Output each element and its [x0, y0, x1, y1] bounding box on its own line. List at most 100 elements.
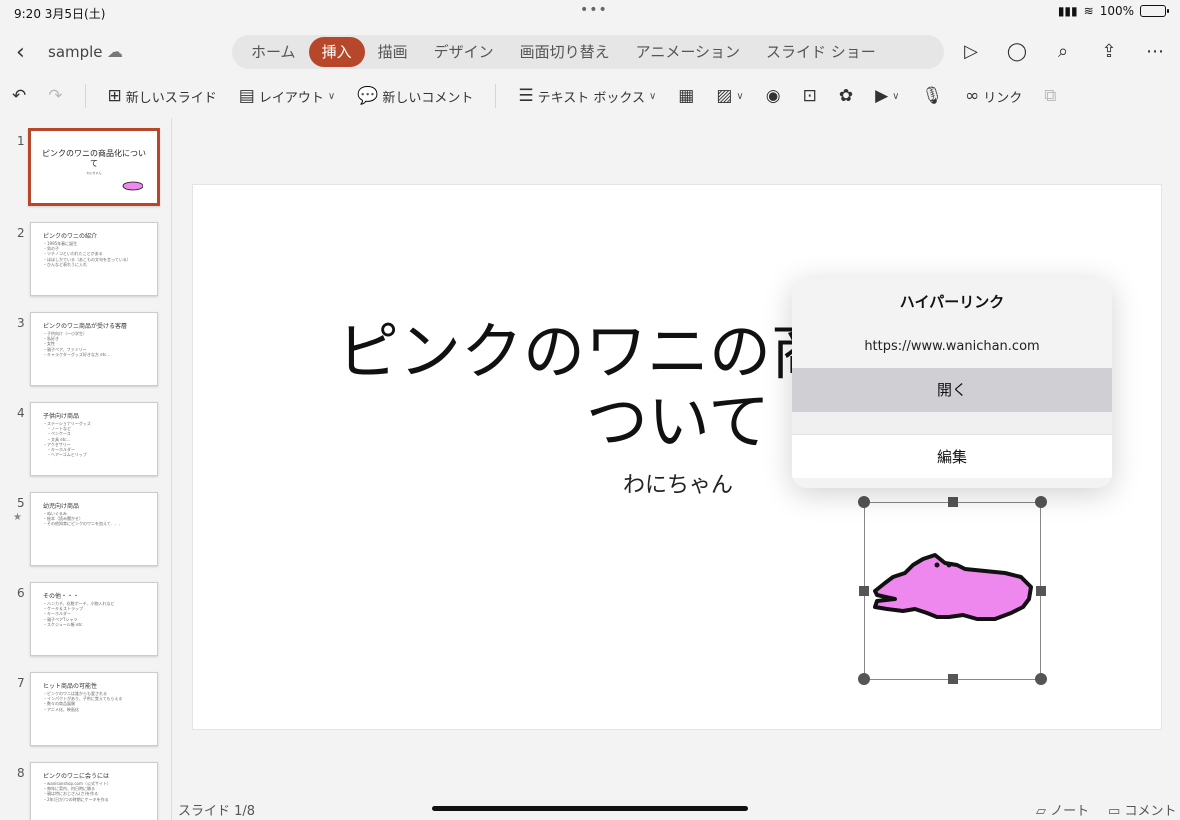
table-button[interactable]: ▦	[678, 86, 694, 106]
new-slide-icon: ⊞	[107, 86, 122, 106]
arrange-button[interactable]: ⧉	[1044, 86, 1056, 106]
camera-button[interactable]: ◉	[766, 86, 781, 106]
textbox-button[interactable]: ☰ テキスト ボックス ∨	[518, 86, 656, 106]
layout-button[interactable]: ▤ レイアウト ∨	[239, 86, 335, 106]
textbox-icon: ☰	[518, 86, 534, 106]
rotate-handle[interactable]	[948, 497, 958, 507]
thumbnail-title: ピンクのワニの紹介	[43, 233, 98, 240]
pink-crocodile-image	[873, 553, 1033, 621]
slide-thumbnail[interactable]: ピンクのワニの紹介 ・1995年春に誕生 ・男の子 ・ツチノコといわれたことがある ・ほ…	[30, 222, 158, 296]
share-icon[interactable]: ⇪	[1096, 39, 1122, 65]
layout-label: レイアウト	[258, 90, 324, 106]
slide-thumbnail[interactable]: 子供向け商品 ・ステーショナリーグッズ ・ノートなど ・ペンケース ・文具 etc…	[30, 402, 158, 476]
multitask-dots-icon[interactable]: •••	[580, 2, 608, 18]
resize-handle[interactable]	[858, 673, 870, 685]
selected-image[interactable]	[858, 496, 1047, 685]
layout-icon: ▤	[238, 86, 255, 106]
thumbnail-number: 5	[17, 496, 25, 510]
notes-button[interactable]: ▱ ノート	[1036, 800, 1089, 819]
new-slide-label: 新しいスライド	[125, 90, 217, 106]
hyperlink-url: https://www.wanichan.com	[864, 339, 1040, 354]
picture-button[interactable]: ▨ ∨	[716, 86, 743, 106]
microphone-icon: 🎙	[921, 86, 944, 106]
search-icon[interactable]: ⌕	[1050, 39, 1076, 65]
slide-thumbnail[interactable]: ピンクのワニの商品化について わにちゃん	[28, 128, 160, 206]
video-icon: ▶	[875, 86, 889, 106]
textbox-label: テキスト ボックス	[537, 90, 645, 106]
chevron-down-icon: ∨	[648, 90, 657, 102]
icons-icon: ✿	[838, 86, 854, 106]
notes-icon: ▱	[1036, 804, 1046, 819]
lightbulb-icon[interactable]: ◯	[1004, 39, 1030, 65]
notes-label: ノート	[1050, 804, 1090, 819]
cloud-sync-icon[interactable]: ☁	[107, 42, 123, 61]
resize-handle[interactable]	[1035, 673, 1047, 685]
thumbnail-number: 7	[17, 676, 25, 690]
comment-icon: ▭	[1108, 804, 1121, 819]
tab-slideshow[interactable]: スライド ショー	[753, 37, 889, 67]
popup-title: ハイパーリンク	[899, 293, 1005, 311]
thumbnail-title: ピンクのワニに会うには	[43, 773, 110, 780]
icons-button[interactable]: ✿	[839, 86, 853, 106]
thumbnail-title: ピンクのワニ商品が受ける客層	[43, 323, 128, 330]
thumbnail-line: ・その他知育にピンクのワニを加えて．．．	[43, 521, 123, 527]
back-icon[interactable]: ‹	[16, 40, 25, 65]
resize-handle[interactable]	[1035, 496, 1047, 508]
thumbnail-number: 3	[17, 316, 25, 330]
undo-button[interactable]: ↶	[12, 86, 26, 106]
home-indicator[interactable]	[432, 806, 748, 811]
resize-handle[interactable]	[1036, 586, 1046, 596]
status-time: 9:20 3月5日(土)	[14, 7, 106, 21]
thumbnail-subtitle: わにちゃん	[86, 171, 102, 175]
more-icon[interactable]: ⋯	[1142, 39, 1168, 65]
comment-add-icon: 💬	[357, 86, 379, 106]
new-slide-button[interactable]: ⊞ 新しいスライド	[108, 86, 217, 106]
chevron-down-icon: ∨	[327, 90, 336, 102]
audio-button[interactable]: 🎙	[922, 86, 944, 106]
link-icon: ∞	[965, 86, 980, 106]
thumbnail-line: ・ひんなど表れうに入れ	[43, 261, 87, 267]
comments-button[interactable]: ▭ コメント	[1108, 800, 1176, 819]
resize-handle[interactable]	[859, 586, 869, 596]
redo-icon: ↷	[48, 86, 63, 106]
slide-thumbnail[interactable]: ピンクのワニ商品が受ける客層 ・子供向け（～小学生） ・私好き ・女性 ・親子ペア、ファ…	[30, 312, 158, 386]
undo-icon: ↶	[12, 86, 27, 106]
slide-thumbnail[interactable]: 幼児向け商品 ・ぬいぐるみ ・絵本（読み聞かせ） ・その他知育にピンクのワニを加えて．…	[30, 492, 158, 566]
thumbnail-croc-icon	[122, 181, 143, 191]
resize-handle[interactable]	[948, 674, 958, 684]
resize-handle[interactable]	[858, 496, 870, 508]
thumbnail-line: ・ヘアーゴムとリップ	[43, 452, 87, 458]
document-name[interactable]: sample	[48, 43, 103, 61]
thumbnail-body: ・1995年春に誕生 ・男の子 ・ツチノコといわれたことがある ・ほほしかでいる（あこ…	[43, 241, 131, 267]
new-comment-button[interactable]: 💬 新しいコメント	[357, 86, 473, 106]
redo-button[interactable]: ↷	[48, 86, 62, 106]
video-button[interactable]: ▶ ∨	[875, 86, 899, 106]
tab-transitions[interactable]: 画面切り替え	[507, 37, 623, 67]
open-link-button[interactable]: 開く	[792, 368, 1112, 412]
edit-link-button[interactable]: 編集	[792, 434, 1112, 478]
thumbnail-number: 4	[17, 406, 25, 420]
wifi-icon: ≋	[1083, 4, 1094, 18]
thumbnail-line: ・アニメ化、映画化	[43, 706, 79, 712]
slide-thumbnail[interactable]: その他・・・ ・ハンカチ、化粧ポーチ、小物入れなど ・ケーキ＆ストラップ ・キーホルダ…	[30, 582, 158, 656]
ribbon-tabs: ホーム 挿入 描画 デザイン 画面切り替え アニメーション スライド ショー	[232, 35, 944, 69]
tab-design[interactable]: デザイン	[421, 37, 507, 67]
play-icon[interactable]: ▷	[958, 39, 984, 65]
insert-ribbon: ↶ ↷ ⊞ 新しいスライド ▤ レイアウト ∨ 💬 新しいコメント ☰ テキスト ボックス…	[0, 78, 1180, 114]
slide-thumbnails: 1 ピンクのワニの商品化について わにちゃん 2 ピンクのワニの紹介 ・1995年春に誕生…	[0, 118, 172, 820]
tab-home[interactable]: ホーム	[238, 37, 309, 67]
image-search-button[interactable]: ⊡	[803, 86, 817, 106]
tab-animations[interactable]: アニメーション	[623, 37, 753, 67]
slide-thumbnail[interactable]: ヒット商品の可能性 ・ピンクのワニは誰からも愛される ・インパクトがあり、子供に覚え…	[30, 672, 158, 746]
tab-insert[interactable]: 挿入	[308, 37, 365, 67]
tab-draw[interactable]: 描画	[365, 37, 421, 67]
thumbnail-number: 8	[17, 766, 25, 780]
thumbnail-number: 1	[17, 134, 25, 148]
camera-icon: ◉	[765, 86, 781, 106]
picture-icon: ▨	[716, 86, 733, 106]
thumbnail-title: 子供向け商品	[43, 413, 80, 420]
link-button[interactable]: ∞ リンク	[965, 86, 1022, 106]
thumbnail-body: ・ぬいぐるみ ・絵本（読み聞かせ） ・その他知育にピンクのワニを加えて．．．	[43, 511, 123, 527]
table-icon: ▦	[678, 86, 695, 106]
slide-counter: スライド 1/8	[178, 804, 256, 819]
